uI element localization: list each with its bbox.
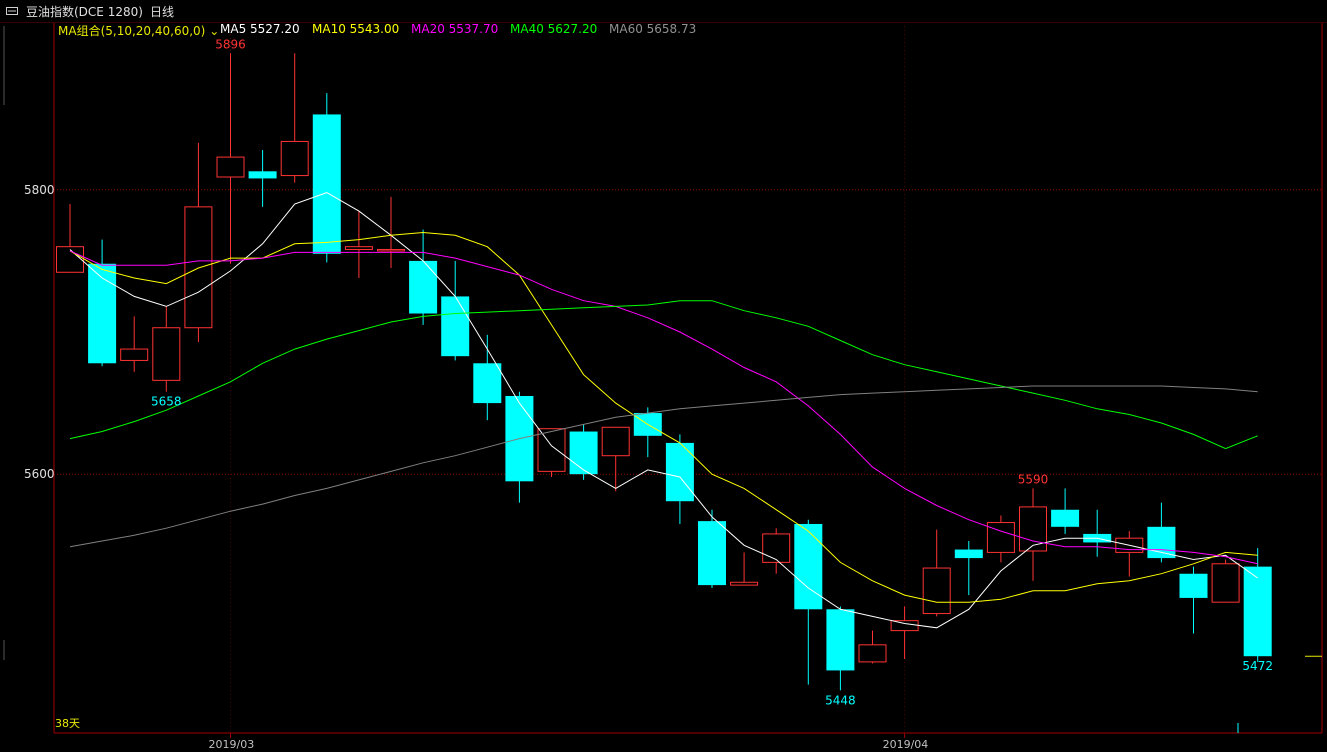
- candle: [569, 424, 598, 480]
- price-annotation: 5448: [825, 693, 856, 707]
- candle-body: [922, 567, 951, 615]
- x-tick-label: 2019/03: [209, 738, 255, 751]
- candle-body: [698, 521, 726, 586]
- candle-body: [1211, 563, 1240, 603]
- period-label[interactable]: 日线: [150, 3, 174, 20]
- y-tick-label: 5600: [24, 467, 55, 481]
- ma-group-label: MA组合(5,10,20,40,60,0): [58, 24, 206, 38]
- candle-body: [88, 263, 117, 364]
- candle: [1211, 559, 1240, 603]
- price-annotation: 5472: [1242, 659, 1273, 673]
- candle-body: [248, 171, 277, 179]
- candlestick-chart: 5600 5800 2019/03 2019/04 5896 5658 5590 5448 5…: [0, 0, 1327, 752]
- candle-body: [120, 348, 149, 361]
- candle-body: [56, 246, 84, 273]
- y-tick-label: 5800: [24, 183, 55, 197]
- candle-body: [1147, 526, 1176, 559]
- instrument-name[interactable]: 豆油指数(DCE 1280): [26, 3, 143, 20]
- price-annotation: 5590: [1018, 472, 1049, 486]
- candle-body: [794, 523, 823, 610]
- candle-body: [312, 114, 341, 254]
- candle-body: [280, 140, 309, 177]
- candle-body: [601, 426, 630, 457]
- candle-body: [1243, 566, 1272, 657]
- candle-body: [473, 363, 502, 404]
- ma-group-selector[interactable]: MA组合(5,10,20,40,60,0) ⌄: [58, 22, 219, 39]
- price-annotation: 5896: [215, 37, 246, 51]
- candle-body: [537, 428, 566, 472]
- legend-ma10: MA10 5543.00: [312, 22, 400, 36]
- candle-body: [377, 249, 405, 252]
- legend-ma20: MA20 5537.70: [411, 22, 499, 36]
- candle-body: [858, 644, 887, 663]
- candle-body: [1051, 509, 1080, 527]
- price-annotation: 5658: [151, 395, 182, 409]
- window-icon[interactable]: [6, 7, 18, 15]
- candle-body: [441, 296, 470, 357]
- legend-ma5: MA5 5527.20: [220, 22, 300, 36]
- candle: [312, 93, 341, 263]
- candle-body: [344, 246, 373, 251]
- candle-body: [409, 260, 438, 314]
- candle-body: [184, 206, 213, 329]
- chevron-down-icon: ⌄: [209, 24, 220, 38]
- legend-ma40: MA40 5627.20: [510, 22, 598, 36]
- candle-body: [569, 431, 598, 475]
- x-tick-label: 2019/04: [883, 738, 929, 751]
- candle-body: [216, 156, 245, 178]
- candle-body: [762, 533, 791, 563]
- candle-body: [730, 581, 759, 586]
- candle-body: [152, 327, 181, 381]
- candle-body: [890, 620, 919, 632]
- candle: [698, 509, 726, 588]
- candle-body: [826, 609, 855, 671]
- candle-body: [1179, 573, 1208, 598]
- title-bar: 豆油指数(DCE 1280) 日线: [0, 0, 1327, 23]
- candle-body: [954, 549, 983, 559]
- candle-body: [665, 442, 694, 502]
- legend-ma60: MA60 5658.73: [609, 22, 697, 36]
- candle-body: [986, 522, 1015, 553]
- candle-body: [1019, 506, 1047, 552]
- days-label: 38天: [55, 717, 80, 730]
